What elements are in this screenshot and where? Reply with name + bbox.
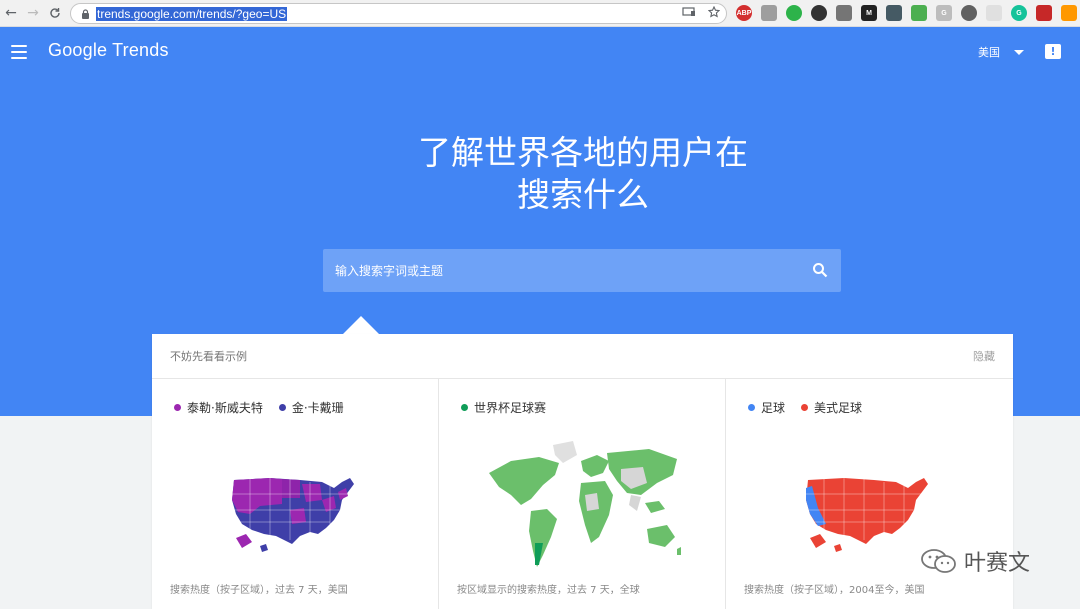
page-headline: 了解世界各地的用户在 搜索什么 — [340, 132, 826, 216]
example-card-1[interactable]: 泰勒·斯威夫特 金·卡戴珊 搜索热度（按子区域），过去 7 天，美国 — [152, 379, 439, 609]
watermark-text: 叶赛文 — [964, 551, 1031, 576]
legend-label: 泰勒·斯威夫特 — [187, 401, 263, 415]
lock-icon — [82, 8, 89, 19]
extension-icon[interactable]: M — [861, 5, 877, 21]
adblock-icon[interactable]: ABP — [736, 5, 752, 21]
us-map-image — [806, 478, 928, 552]
chevron-down-icon — [1014, 49, 1024, 55]
legend-label: 金·卡戴珊 — [291, 401, 344, 415]
examples-panel: 不妨先看看示例 隐藏 泰勒·斯威夫特 金·卡戴珊 搜索热度（按子区域），过去 7… — [152, 334, 1013, 609]
card-caption: 按区域显示的搜索热度，过去 7 天，全球 — [457, 585, 640, 596]
extension-icon[interactable] — [961, 5, 977, 21]
legend-item: 金·卡戴珊 — [278, 399, 344, 416]
extension-icon[interactable] — [761, 5, 777, 21]
legend-dot — [278, 404, 286, 411]
camera-icon[interactable] — [836, 5, 852, 21]
examples-title: 不妨先看看示例 — [170, 350, 247, 363]
search-box[interactable] — [323, 249, 841, 292]
legend-dot — [461, 404, 468, 411]
legend-item: 美式足球 — [801, 399, 862, 416]
extension-icon[interactable] — [886, 5, 902, 21]
legend-item: 世界杯足球赛 — [461, 399, 546, 416]
back-button[interactable]: ← — [0, 2, 22, 24]
panel-pointer — [342, 316, 380, 335]
google-trends-logo[interactable]: Google Trends — [48, 40, 169, 61]
example-card-2[interactable]: 世界杯足球赛 按区域显示的搜索热度，过去 7 天，全球 — [439, 379, 726, 609]
legend-label: 足球 — [761, 401, 786, 415]
legend-item: 泰勒·斯威夫特 — [174, 399, 263, 416]
extension-icon[interactable] — [1036, 5, 1052, 21]
evernote-icon[interactable] — [786, 5, 802, 21]
hamburger-menu-icon[interactable] — [11, 45, 27, 59]
card-caption: 搜索热度（按子区域），过去 7 天，美国 — [170, 585, 348, 596]
headline-line-2: 搜索什么 — [517, 175, 649, 214]
legend-item: 足球 — [748, 399, 785, 416]
extension-icon[interactable]: G — [936, 5, 952, 21]
card-legend: 世界杯足球赛 — [461, 399, 546, 416]
us-map-image — [232, 478, 354, 552]
headline-line-1: 了解世界各地的用户在 — [418, 133, 748, 172]
cast-icon[interactable] — [682, 6, 696, 18]
legend-dot — [174, 404, 181, 411]
extension-icon[interactable] — [911, 5, 927, 21]
card-legend: 泰勒·斯威夫特 金·卡戴珊 — [174, 399, 344, 416]
examples-header: 不妨先看看示例 隐藏 — [152, 334, 1013, 379]
search-icon[interactable] — [812, 262, 828, 278]
legend-dot — [801, 404, 809, 411]
legend-dot — [748, 404, 755, 411]
hide-examples-link[interactable]: 隐藏 — [973, 348, 995, 364]
feedback-icon[interactable]: ! — [1045, 44, 1061, 59]
url-text[interactable]: trends.google.com/trends/?geo=US — [96, 6, 288, 21]
wechat-watermark: 叶赛文 — [920, 545, 1030, 577]
search-input[interactable] — [323, 249, 783, 292]
reload-icon — [50, 8, 60, 18]
extension-icon[interactable] — [811, 5, 827, 21]
extension-icon[interactable] — [1061, 5, 1077, 21]
card-legend: 足球 美式足球 — [748, 399, 862, 416]
address-bar[interactable]: trends.google.com/trends/?geo=US — [70, 3, 727, 24]
extension-icon[interactable] — [986, 5, 1002, 21]
card-caption: 搜索热度（按子区域），2004至今，美国 — [744, 585, 925, 596]
region-selector[interactable]: 美国 — [978, 44, 1024, 60]
legend-label: 世界杯足球赛 — [474, 401, 547, 415]
region-label: 美国 — [978, 46, 1000, 59]
browser-toolbar: ← → trends.google.com/trends/?geo=US ABP… — [0, 0, 1080, 27]
extension-icons: ABP M G G — [736, 5, 1077, 21]
grammarly-icon[interactable]: G — [1011, 5, 1027, 21]
legend-label: 美式足球 — [814, 401, 863, 415]
bookmark-star-icon[interactable] — [708, 6, 720, 18]
world-map-image — [489, 441, 681, 567]
wechat-icon — [921, 549, 956, 573]
forward-button[interactable]: → — [22, 2, 44, 24]
reload-button[interactable] — [44, 2, 66, 24]
